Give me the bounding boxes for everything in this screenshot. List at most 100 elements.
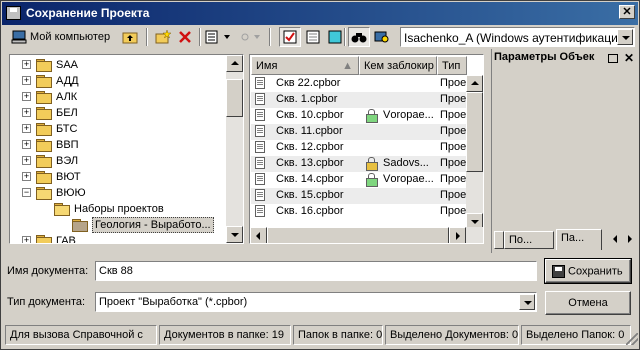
- document-icon: [255, 125, 265, 137]
- expand-icon[interactable]: +: [22, 140, 31, 149]
- tree-vscrollbar[interactable]: [226, 55, 243, 243]
- expand-icon[interactable]: +: [22, 156, 31, 165]
- folder-tree[interactable]: + SAA + АДД + АЛК + БЕЛ + БТС + ВВП + ВЭЛ + ВЮТ − ВЮЮ Набо…: [9, 54, 244, 244]
- document-icon: [255, 77, 265, 89]
- save-button[interactable]: Сохранить: [544, 258, 632, 284]
- cancel-button[interactable]: Отмена: [545, 291, 631, 315]
- tree-item[interactable]: ВЭЛ: [36, 153, 78, 169]
- binoculars-button[interactable]: [348, 27, 370, 47]
- toolbar-separator: [269, 28, 271, 46]
- square-view-button[interactable]: [324, 27, 346, 47]
- panel-close-button[interactable]: ✕: [624, 51, 634, 65]
- column-header-name-label: Имя: [256, 60, 278, 72]
- resize-grip-icon[interactable]: [626, 333, 638, 345]
- tab-scroll-left-icon[interactable]: [610, 233, 620, 245]
- list-row[interactable]: Скв. 16.cpbor Проек: [251, 204, 471, 220]
- new-folder-icon: [155, 30, 171, 44]
- tree-item[interactable]: БТС: [36, 121, 77, 137]
- list-row[interactable]: Скв. 14.cpbor Vоropae... Проек: [251, 172, 471, 188]
- list-cell-name: Скв. 10.cpbor: [276, 109, 344, 121]
- tree-item[interactable]: АДД: [36, 73, 79, 89]
- tree-item[interactable]: ВВП: [36, 137, 79, 153]
- tree-item[interactable]: ГАВ: [36, 233, 76, 243]
- list-row[interactable]: Скв. 10.cpbor Vоropae... Проек: [251, 108, 471, 124]
- column-header-locked-by[interactable]: Кем заблокир: [359, 56, 437, 75]
- list-cell-locked-by: Vоropae...: [383, 109, 434, 121]
- expand-icon[interactable]: +: [22, 172, 31, 181]
- expand-icon[interactable]: +: [22, 76, 31, 85]
- list-hscrollbar[interactable]: [250, 227, 483, 243]
- scroll-thumb[interactable]: [267, 227, 449, 243]
- title-bar[interactable]: Сохранение Проекта ✕: [2, 2, 638, 25]
- status-folders-in-folder: Папок в папке: 0: [293, 325, 383, 345]
- status-selected-folders: Выделено Папок: 0: [521, 325, 631, 345]
- disabled-button[interactable]: [237, 27, 265, 47]
- scroll-thumb[interactable]: [226, 79, 243, 117]
- scroll-up-icon[interactable]: [466, 75, 483, 92]
- list-row[interactable]: Скв. 1.cpbor Проек: [251, 92, 471, 108]
- tree-item[interactable]: АЛК: [36, 89, 77, 105]
- up-folder-button[interactable]: [119, 27, 141, 47]
- folder-icon: [36, 107, 52, 120]
- panel-header: Параметры Объек ✕: [494, 51, 637, 68]
- tab-hidden[interactable]: [494, 231, 504, 249]
- column-header-name[interactable]: Имя ▲: [251, 56, 359, 75]
- expand-icon[interactable]: +: [22, 236, 31, 243]
- tree-item[interactable]: ВЮЮ: [36, 185, 86, 201]
- list-row[interactable]: Скв. 13.cpbor Sadovs... Проек: [251, 156, 471, 172]
- tree-item[interactable]: ВЮТ: [36, 169, 81, 185]
- expand-icon[interactable]: +: [22, 92, 31, 101]
- tree-item-label: АДД: [56, 75, 79, 87]
- my-computer-button[interactable]: Мой компьютер: [11, 27, 110, 47]
- list-cell-name: Скв. 16.cpbor: [276, 205, 344, 217]
- tree-item[interactable]: Геология - Выработо...: [72, 217, 214, 233]
- panel-title: Параметры Объек: [494, 51, 595, 63]
- expand-icon[interactable]: +: [22, 108, 31, 117]
- scroll-down-icon[interactable]: [226, 226, 243, 243]
- document-list[interactable]: Имя ▲ Кем заблокир Тип Скв 22.cpbor Проек…: [249, 54, 484, 244]
- tab-scroll-right-icon[interactable]: [625, 233, 635, 245]
- list-row[interactable]: Скв. 15.cpbor Проек: [251, 188, 471, 204]
- scroll-thumb[interactable]: [466, 92, 483, 172]
- list-row[interactable]: Скв. 11.cpbor Проек: [251, 124, 471, 140]
- expand-icon[interactable]: +: [22, 60, 31, 69]
- status-selected-docs: Выделено Документов: 0: [385, 325, 519, 345]
- scroll-left-icon[interactable]: [250, 227, 267, 243]
- folder-icon: [54, 203, 70, 216]
- list-vscrollbar[interactable]: [466, 75, 483, 230]
- view-menu-button[interactable]: [204, 27, 234, 47]
- list-row[interactable]: Скв 22.cpbor Проек: [251, 76, 471, 92]
- tree-item[interactable]: Наборы проектов: [54, 201, 164, 217]
- tab-po[interactable]: По...: [504, 231, 554, 249]
- list-row[interactable]: Скв. 12.cpbor Проек: [251, 140, 471, 156]
- chevron-down-icon[interactable]: [519, 294, 535, 310]
- object-parameters-panel: Параметры Объек ✕ По... Па...: [491, 49, 638, 253]
- document-icon: [255, 205, 265, 217]
- list-cell-name: Скв 22.cpbor: [276, 77, 341, 89]
- tree-item[interactable]: БЕЛ: [36, 105, 78, 121]
- column-header-type[interactable]: Тип: [437, 56, 467, 75]
- folder-icon: [72, 219, 88, 232]
- collapse-icon[interactable]: −: [22, 188, 31, 197]
- tree-item-label: БЕЛ: [56, 107, 78, 119]
- tab-pa[interactable]: Па...: [556, 229, 602, 250]
- scroll-up-icon[interactable]: [226, 55, 243, 72]
- doc-name-input[interactable]: Скв 88: [95, 261, 537, 281]
- delete-button[interactable]: [174, 27, 196, 47]
- folder-icon: [36, 171, 52, 184]
- doc-type-select[interactable]: Проект "Выработка" (*.cpbor): [95, 292, 537, 312]
- tree-item[interactable]: SAA: [36, 57, 78, 73]
- close-button[interactable]: ✕: [619, 5, 635, 19]
- status-help: Для вызова Справочной с: [5, 325, 157, 345]
- scroll-right-icon[interactable]: [449, 227, 466, 243]
- expand-icon[interactable]: +: [22, 124, 31, 133]
- folder-icon: [36, 123, 52, 136]
- user-combo[interactable]: Isachenko_A (Windows аутентификация): [400, 27, 635, 47]
- chevron-down-icon[interactable]: [617, 29, 633, 45]
- document-view-button[interactable]: [302, 27, 324, 47]
- find-button[interactable]: [371, 27, 393, 47]
- pin-icon[interactable]: [608, 54, 618, 63]
- doc-name-label: Имя документа:: [7, 265, 89, 277]
- new-folder-button[interactable]: [152, 27, 174, 47]
- check-button[interactable]: [279, 27, 301, 47]
